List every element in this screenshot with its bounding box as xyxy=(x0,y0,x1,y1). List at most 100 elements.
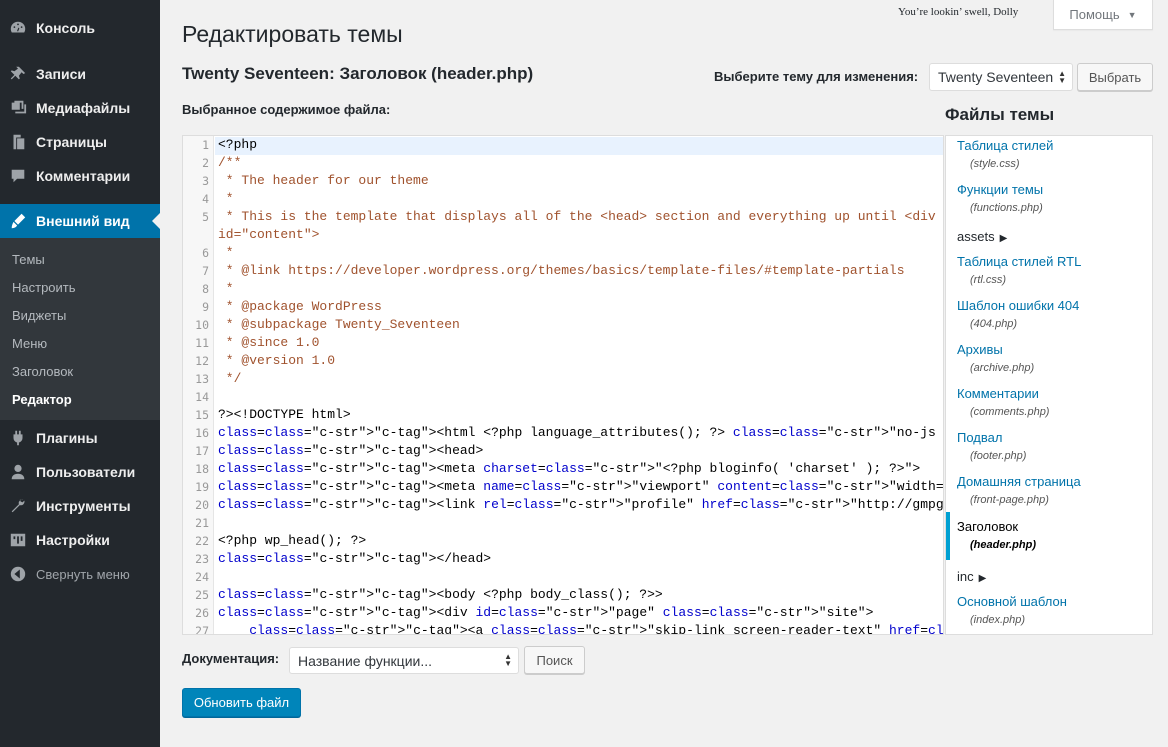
file-name: Шаблон ошибки 404 xyxy=(957,298,1080,313)
help-tab-button[interactable]: Помощь ▼ xyxy=(1053,0,1153,30)
menu-label: Медиафайлы xyxy=(36,100,131,116)
folder-inc[interactable]: inc ▶ xyxy=(957,569,986,584)
plugins-icon xyxy=(0,429,36,447)
line-number: 5 xyxy=(202,210,209,224)
line-number: 4 xyxy=(202,192,209,206)
code-line: * @since 1.0 xyxy=(218,335,320,350)
line-number: 7 xyxy=(202,264,209,278)
documentation-label: Документация: xyxy=(182,651,280,666)
menu-comments[interactable]: Комментарии xyxy=(0,159,160,193)
file-name: Домашняя страница xyxy=(957,474,1081,489)
theme-files-title: Файлы темы xyxy=(945,105,1055,124)
users-icon xyxy=(0,463,36,481)
submenu-themes[interactable]: Темы xyxy=(12,252,45,267)
line-number: 11 xyxy=(195,336,209,350)
submenu-menus[interactable]: Меню xyxy=(12,336,47,351)
menu-appearance[interactable]: Внешний вид xyxy=(0,204,160,238)
menu-label: Плагины xyxy=(36,430,98,446)
file-path: (footer.php) xyxy=(970,450,1027,462)
menu-label: Пользователи xyxy=(36,464,136,480)
line-number: 3 xyxy=(202,174,209,188)
media-icon xyxy=(0,99,36,117)
file-name: Архивы xyxy=(957,342,1003,357)
file-path: (rtl.css) xyxy=(970,274,1007,286)
file-item-rtl[interactable]: Таблица стилей RTL (rtl.css) xyxy=(946,252,1152,296)
code-line: class=class="c-str">"c-tag"><link rel=cl… xyxy=(218,497,944,512)
expand-triangle-icon: ▶ xyxy=(999,233,1008,244)
theme-select-value: Twenty Seventeen xyxy=(938,69,1054,85)
menu-label: Комментарии xyxy=(36,168,131,184)
file-item-front-page[interactable]: Домашняя страница (front-page.php) xyxy=(946,472,1152,516)
folder-name: assets xyxy=(957,229,995,244)
update-file-button[interactable]: Обновить файл xyxy=(182,688,301,717)
submenu-editor[interactable]: Редактор xyxy=(12,392,72,407)
file-path: (front-page.php) xyxy=(970,494,1049,506)
line-number: 24 xyxy=(195,570,209,584)
file-item-functions[interactable]: Функции темы (functions.php) xyxy=(946,180,1152,224)
line-number: 12 xyxy=(195,354,209,368)
line-number: 17 xyxy=(195,444,209,458)
comment-icon xyxy=(0,167,36,185)
theme-files-panel: Таблица стилей (style.css) Функции темы … xyxy=(945,135,1153,635)
file-path: (header.php) xyxy=(970,539,1037,551)
appearance-submenu: Темы Настроить Виджеты Меню Заголовок Ре… xyxy=(0,238,160,420)
menu-users[interactable]: Пользователи xyxy=(0,455,160,489)
code-line: * xyxy=(218,245,234,260)
code-line: * @subpackage Twenty_Seventeen xyxy=(218,317,460,332)
file-item-index[interactable]: Основной шаблон (index.php) xyxy=(946,592,1152,634)
admin-sidebar: Консоль Записи Медиафайлы Страницы Комме… xyxy=(0,0,160,747)
line-number: 13 xyxy=(195,372,209,386)
menu-label: Записи xyxy=(36,66,87,82)
line-number-gutter: 1 2 3 4 5 6 7 8 9 10 11 12 13 14 15 16 17 18 19 20 21 22 23 24 2… xyxy=(183,136,214,634)
settings-icon xyxy=(0,531,36,549)
submenu-widgets[interactable]: Виджеты xyxy=(12,308,66,323)
line-number: 16 xyxy=(195,426,209,440)
line-number: 8 xyxy=(202,282,209,296)
choose-theme-button[interactable]: Выбрать xyxy=(1077,63,1153,91)
page-title: Редактировать темы xyxy=(182,21,403,47)
hello-dolly-greeting: You’re lookin’ swell, Dolly xyxy=(898,6,1019,18)
line-number: 21 xyxy=(195,516,209,530)
theme-select[interactable]: Twenty Seventeen ▲ ▼ xyxy=(929,63,1073,91)
file-item-404[interactable]: Шаблон ошибки 404 (404.php) xyxy=(946,296,1152,340)
menu-media[interactable]: Медиафайлы xyxy=(0,91,160,125)
line-number: 20 xyxy=(195,498,209,512)
submenu-customize[interactable]: Настроить xyxy=(12,280,76,295)
menu-label: Страницы xyxy=(36,134,107,150)
menu-dashboard[interactable]: Консоль xyxy=(0,11,160,45)
line-number: 1 xyxy=(202,138,209,152)
file-path: (functions.php) xyxy=(970,202,1043,214)
folder-assets[interactable]: assets ▶ xyxy=(957,229,1007,244)
file-item-style[interactable]: Таблица стилей (style.css) xyxy=(946,136,1152,180)
file-path: (index.php) xyxy=(970,614,1026,626)
menu-posts[interactable]: Записи xyxy=(0,57,160,91)
file-item-footer[interactable]: Подвал (footer.php) xyxy=(946,428,1152,472)
appearance-icon xyxy=(0,212,36,230)
file-item-comments[interactable]: Комментарии (comments.php) xyxy=(946,384,1152,428)
code-line: <?php xyxy=(218,137,258,152)
menu-settings[interactable]: Настройки xyxy=(0,523,160,557)
code-editor[interactable]: 1 2 3 4 5 6 7 8 9 10 11 12 13 14 15 16 17 18 19 20 21 22 23 24 2… xyxy=(182,135,944,635)
menu-tools[interactable]: Инструменты xyxy=(0,489,160,523)
menu-pages[interactable]: Страницы xyxy=(0,125,160,159)
line-number: 9 xyxy=(202,300,209,314)
line-number: 6 xyxy=(202,246,209,260)
submenu-header[interactable]: Заголовок xyxy=(12,364,73,379)
pages-icon xyxy=(0,133,36,151)
function-lookup-select[interactable]: Название функции... ▲ ▼ xyxy=(289,647,519,674)
pin-icon xyxy=(0,65,36,83)
file-path: (style.css) xyxy=(970,158,1020,170)
lookup-button[interactable]: Поиск xyxy=(524,646,585,674)
collapse-menu-button[interactable]: Свернуть меню xyxy=(0,557,160,591)
code-line: class=class="c-str">"c-tag"><div id=clas… xyxy=(218,605,874,620)
tools-icon xyxy=(0,497,36,515)
select-arrows-icon: ▲ ▼ xyxy=(504,652,512,668)
menu-plugins[interactable]: Плагины xyxy=(0,421,160,455)
line-number: 26 xyxy=(195,606,209,620)
menu-label: Внешний вид xyxy=(36,213,130,229)
file-item-header-current[interactable]: Заголовок (header.php) xyxy=(946,512,1152,560)
file-item-archive[interactable]: Архивы (archive.php) xyxy=(946,340,1152,384)
file-title: Twenty Seventeen: Заголовок (header.php) xyxy=(182,64,534,83)
code-line: * This is the template that displays all… xyxy=(218,209,936,224)
line-number: 25 xyxy=(195,588,209,602)
